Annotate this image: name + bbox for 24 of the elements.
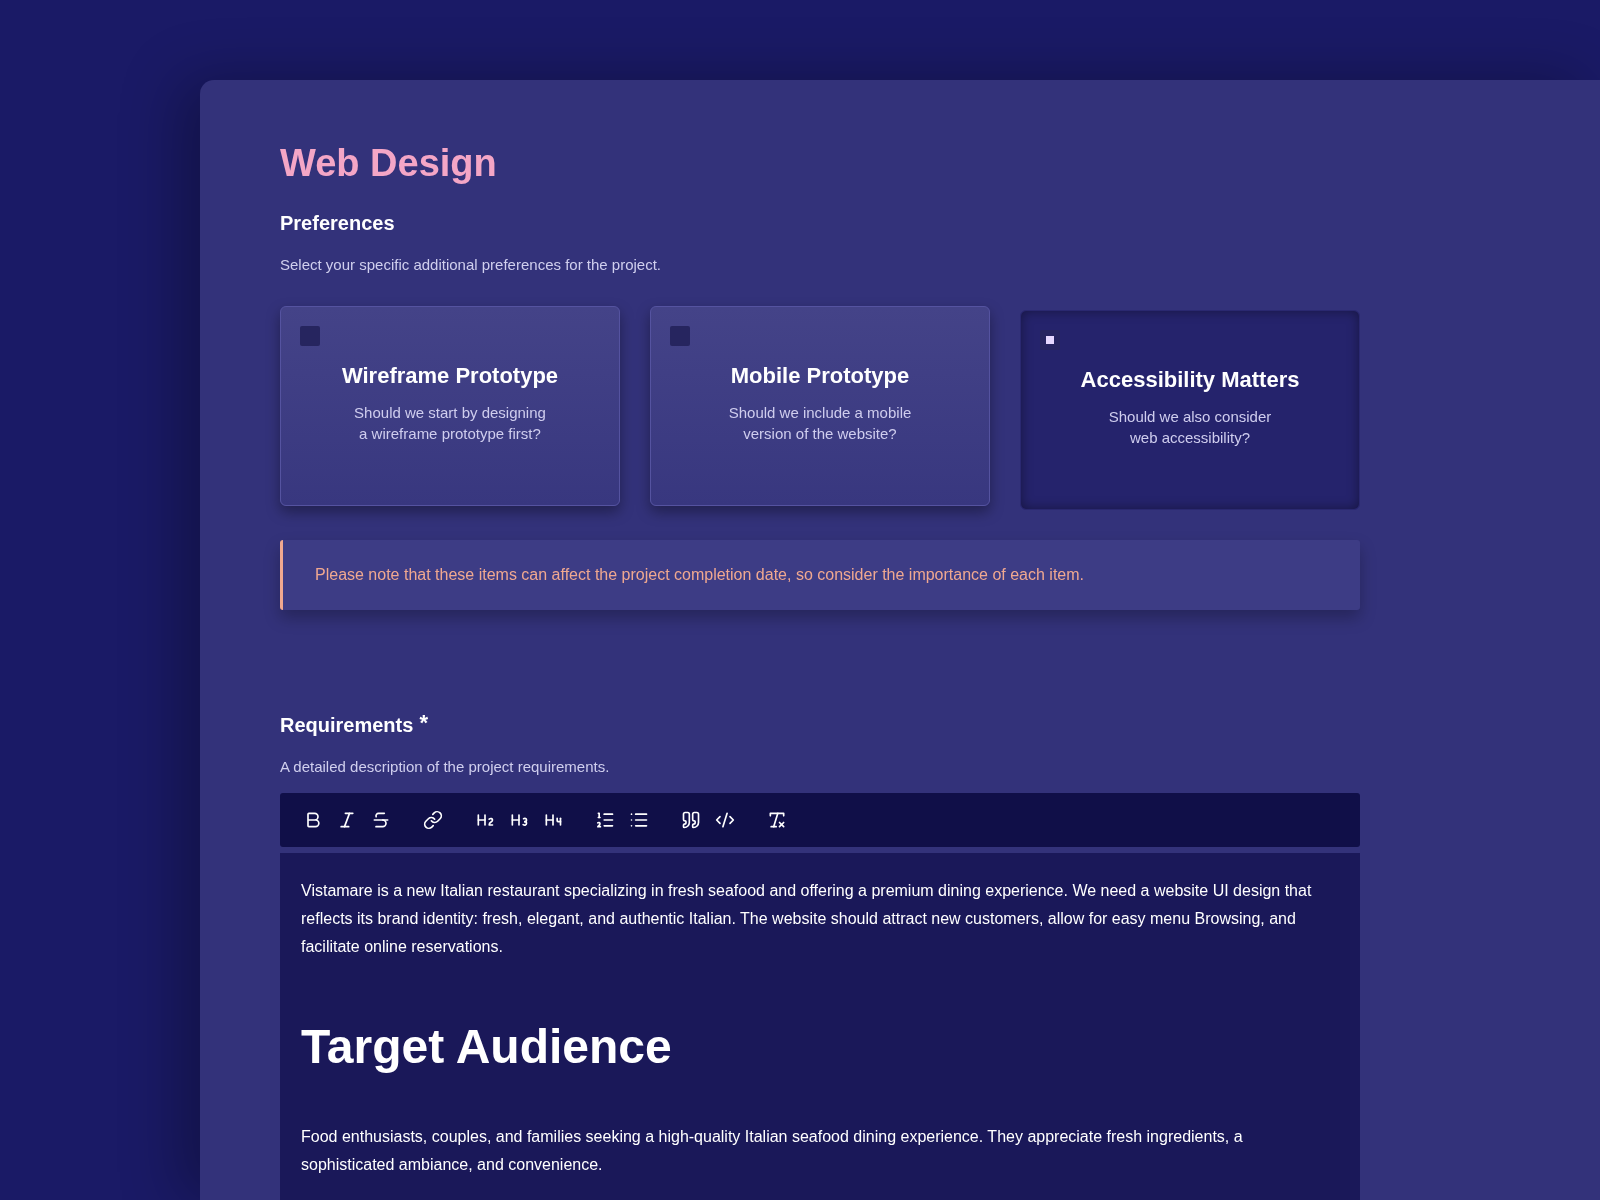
section-heading: Preferences (280, 210, 396, 236)
notice: Please note that these items can affect the project completion date, so consider the importance of each item. (280, 540, 1360, 610)
content-paragraph: Food enthusiasts, couples, and families seeking a high-quality Italian seafood dining experience. They appreciate fresh ingredients, a sophisticated ambiance, and convenience. (301, 1126, 1244, 1175)
section-heading: Requirements (280, 713, 414, 738)
checkbox[interactable] (670, 326, 690, 346)
card-title: Accessibility Matters (1080, 366, 1300, 394)
card-title: Mobile Prototype (730, 362, 910, 390)
card-description: Should we also consider web accessibility? (1108, 407, 1272, 448)
section-description: Select your specific additional preferences for the project. (280, 254, 663, 275)
checkbox[interactable] (300, 326, 320, 346)
card-description: Should we include a mobile version of the website? (728, 403, 912, 444)
card-description: Should we start by designing a wireframe prototype first? (354, 403, 546, 444)
editor-content[interactable] (280, 852, 1360, 1200)
preference-card[interactable]: Mobile Prototype Should we include a mobile version of the website? (650, 306, 990, 506)
section-description: A detailed description of the project requirements. (280, 757, 611, 777)
preference-card[interactable]: Wireframe Prototype Should we start by designing a wireframe prototype first? (280, 306, 620, 506)
required-mark: * (419, 709, 428, 737)
page-title: Web Design (280, 141, 498, 186)
checkbox[interactable] (1040, 330, 1060, 350)
check-mark (1046, 336, 1054, 344)
preference-card[interactable]: Accessibility Matters Should we also consider web accessibility? (1020, 310, 1360, 510)
content-paragraph: Vistamare is a new Italian restaurant specializing in fresh seafood and offering a premium dining experience. We need a website UI design that reflects its brand identity: fresh, elegant, and authentic Italian. The website should attract new customers, allow for easy menu Browsing, and facilitate online reservations. (301, 880, 1313, 957)
card-title: Wireframe Prototype (341, 362, 559, 390)
content-heading: Target Audience (301, 1018, 673, 1075)
